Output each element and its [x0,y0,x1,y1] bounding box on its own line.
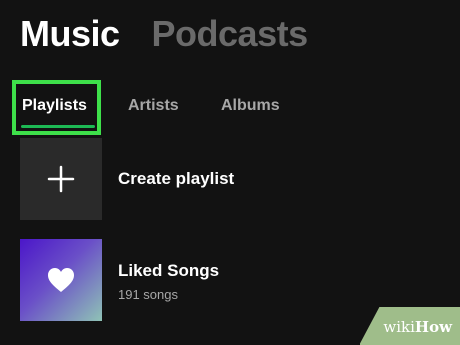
watermark-prefix: wiki [383,318,415,336]
create-playlist-thumbnail [20,138,102,220]
watermark-suffix: How [414,318,452,336]
liked-songs-title: Liked Songs [118,261,220,280]
tab-playlists[interactable]: Playlists [22,96,87,116]
create-playlist-row[interactable]: Create playlist [20,138,440,220]
tab-music[interactable]: Music [20,12,120,56]
tab-artists[interactable]: Artists [128,96,179,116]
wikihow-watermark: wikiHow [360,307,460,345]
plus-icon [47,165,75,193]
heart-icon [48,268,74,292]
watermark-text: wikiHow [383,318,452,336]
liked-songs-count: 191 songs [118,287,178,302]
create-playlist-label: Create playlist [118,169,235,188]
library-top-tabs: Music Podcasts [20,12,308,56]
active-tab-underline [21,125,95,128]
tab-podcasts[interactable]: Podcasts [152,12,309,56]
tab-albums[interactable]: Albums [221,96,280,116]
liked-songs-thumbnail [20,239,102,321]
